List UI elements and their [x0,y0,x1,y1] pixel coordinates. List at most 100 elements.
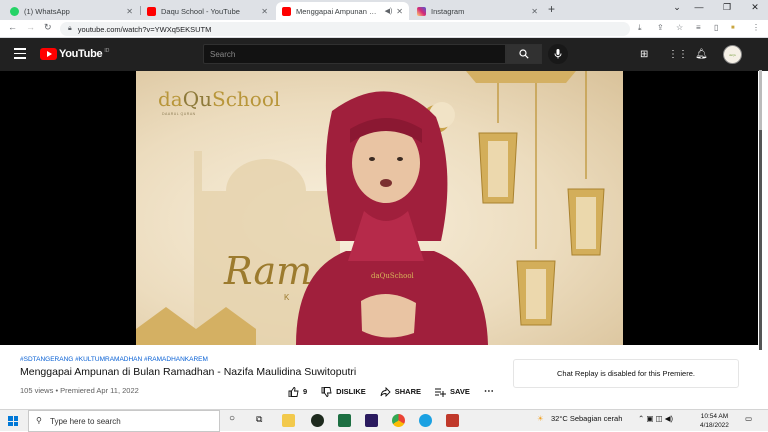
playlist-add-icon [435,388,447,397]
tab-instagram[interactable]: Instagram ✕ [411,2,544,20]
bookmark-star-icon[interactable]: ☆ [676,23,683,32]
tab-label: Daqu School - YouTube [161,6,240,16]
search-input[interactable]: Search [203,44,506,64]
youtube-icon [282,6,291,16]
youtube-logo[interactable]: YouTube ID [40,48,109,60]
premiere-icon[interactable] [365,414,378,427]
more-horizontal-icon: ⋯ [483,386,494,397]
chat-replay-panel: Chat Replay is disabled for this Premier… [513,359,739,388]
reload-icon[interactable]: ↻ [44,22,52,33]
share-arrow-icon [380,386,391,397]
minimize-icon[interactable]: — [690,2,708,12]
video-hashtags[interactable]: #SDTANGERANG #KULTUMRAMADHAN #RAMADHANKA… [20,356,208,363]
speaker-icon[interactable]: ◀) [385,7,393,15]
page-scrollbar[interactable] [759,70,762,350]
country-code: ID [104,48,110,54]
excel-icon[interactable] [338,414,351,427]
cortana-icon[interactable]: ○ [229,413,235,424]
share-label: SHARE [394,387,422,396]
share-page-icon[interactable]: ⇪ [657,23,664,32]
browser-toolbar: ← → ↻ 🔒︎ youtube.com/watch?v=YWXq5EKSUTM… [0,20,768,38]
task-view-icon[interactable]: ⧉ [256,414,262,425]
url-text: youtube.com/watch?v=YWXq5EKSUTM [77,24,212,34]
close-window-icon[interactable]: ✕ [746,2,764,13]
save-button[interactable]: SAVE [435,387,470,397]
brand-subtitle: DAARUL QURAN [162,112,196,116]
daqu-school-logo: daQuSchool [158,87,280,111]
like-count: 9 [303,387,308,396]
notification-center-icon[interactable]: ▭ [745,414,752,423]
search-icon [519,49,529,59]
lock-icon: 🔒︎ [68,25,72,32]
video-frame[interactable]: daQuSchool daQuSchool DAARUL QURAN Ram K [136,71,623,345]
side-panel-icon[interactable]: ▯ [714,23,718,32]
tab-daqu-school[interactable]: Daqu School - YouTube ✕ [141,2,274,20]
thumbs-down-icon [321,386,332,397]
chrome-icon[interactable] [392,414,405,427]
media-control-icon[interactable]: ≡ [696,23,701,32]
system-tray-icons[interactable]: ⌃ ▣ ◫ ◀) [638,414,673,423]
restore-icon[interactable]: ❐ [718,2,736,13]
ramadhan-overlay-subtext: K [284,293,290,302]
taskbar-search-placeholder: Type here to search [50,416,121,426]
file-explorer-icon[interactable] [282,414,295,427]
clock-date: 4/18/2022 [700,422,729,429]
search-button[interactable] [506,44,542,64]
close-icon[interactable]: ✕ [396,7,403,16]
close-icon[interactable]: ✕ [261,7,268,16]
extension-icon[interactable]: ■ [731,25,735,31]
tab-label: (1) WhatsApp [24,6,70,16]
windows-start-icon[interactable] [8,416,18,426]
video-meta: 105 views • Premiered Apr 11, 2022 [20,386,139,395]
app-icon[interactable] [311,414,324,427]
taskbar-search-input[interactable]: ⚲ Type here to search [28,410,220,432]
more-actions-button[interactable]: ⋯ [484,386,494,397]
like-button[interactable]: 9 [288,386,308,397]
youtube-wordmark: YouTube [59,48,103,60]
brand-suffix: School [212,87,281,111]
install-icon[interactable]: ⤓ [638,23,642,33]
avatar[interactable]: daQu [723,45,742,64]
thumbs-up-icon [288,386,299,397]
clock-time: 10:54 AM [700,413,729,420]
close-icon[interactable]: ✕ [126,7,133,16]
back-icon[interactable]: ← [8,22,17,32]
premiere-date: Premiered Apr 11, 2022 [60,386,139,395]
tab-label: Menggapai Ampunan di Bul [296,6,381,16]
ramadhan-overlay-text: Ram [224,249,313,293]
search-icon: ⚲ [36,416,42,425]
hamburger-menu-icon[interactable] [14,48,26,60]
tab-search-icon[interactable]: ⌄ [668,2,686,13]
app-icon[interactable] [446,414,459,427]
tab-whatsapp[interactable]: (1) WhatsApp ✕ [4,2,139,20]
whatsapp-icon [10,6,19,16]
svg-text:daQuSchool: daQuSchool [371,272,415,280]
close-icon[interactable]: ✕ [531,7,538,16]
menu-icon[interactable]: ⋮ [752,23,760,32]
taskbar-clock[interactable]: 10:54 AM 4/18/2022 [700,412,729,430]
microphone-icon [554,49,562,59]
voice-search-button[interactable] [548,44,568,64]
weather-text[interactable]: 32°C Sebagian cerah [551,414,622,423]
share-button[interactable]: SHARE [380,386,422,397]
save-label: SAVE [450,387,470,396]
address-bar[interactable]: 🔒︎ youtube.com/watch?v=YWXq5EKSUTM [60,22,630,36]
apps-grid-icon[interactable]: ⋮⋮ [668,49,688,60]
avatar-label: daQu [728,52,737,57]
dislike-button[interactable]: DISLIKE [321,386,366,397]
scrollbar-thumb[interactable] [759,70,762,130]
view-count: 105 views [20,386,54,395]
youtube-header: YouTube ID Search ⊞ ⋮⋮ 🔔︎ [0,38,768,71]
edge-icon[interactable] [419,414,432,427]
weather-icon: ☀︎ [537,414,544,423]
youtube-icon [147,6,156,16]
new-tab-icon[interactable]: + [548,2,555,16]
chat-replay-message: Chat Replay is disabled for this Premier… [557,369,695,378]
tab-current-video[interactable]: Menggapai Ampunan di Bul ◀) ✕ [276,2,409,20]
video-actions: 9 DISLIKE SHARE SAVE ⋯ [288,386,508,397]
forward-icon[interactable]: → [26,22,35,32]
create-video-icon[interactable]: ⊞ [640,49,648,60]
instagram-icon [417,6,426,16]
notifications-bell-icon[interactable]: 🔔︎ [695,49,708,60]
brand-q: Qu [182,87,213,111]
